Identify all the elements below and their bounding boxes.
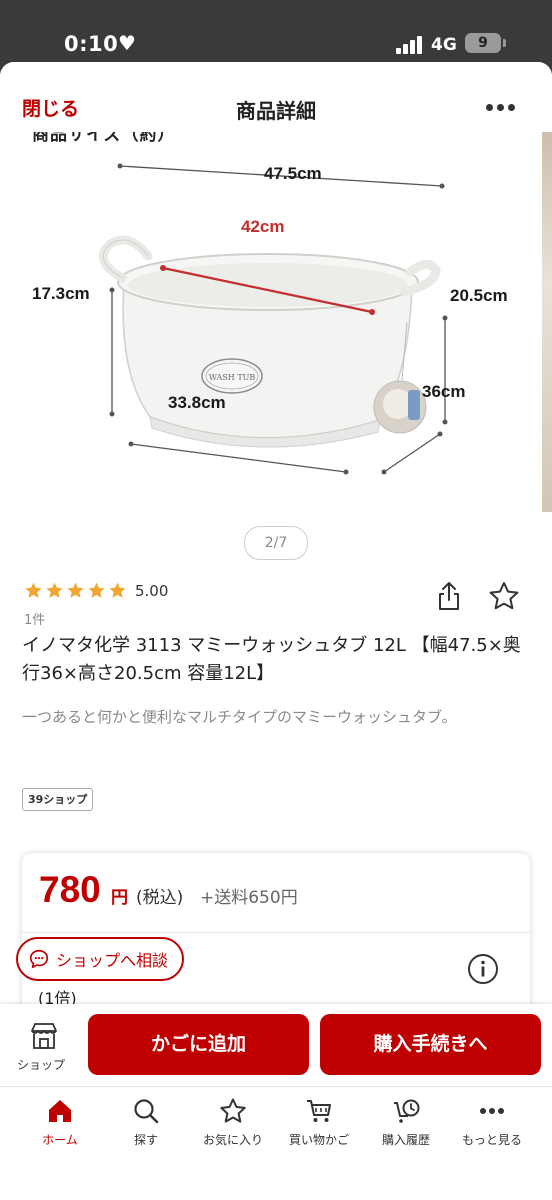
checkout-button[interactable]: 購入手続きへ xyxy=(320,1014,541,1075)
review-count[interactable]: 1件 xyxy=(24,609,45,628)
header: 閉じる 商品詳細 xyxy=(0,62,552,132)
next-image-peek[interactable] xyxy=(542,132,552,512)
image-pager: 2/7 xyxy=(244,526,308,560)
shipping-fee: +送料650円 xyxy=(200,888,298,908)
dim-width-top: 47.5cm xyxy=(264,164,322,183)
battery-icon: 9 xyxy=(465,33,501,53)
tab-favorites[interactable]: お気に入り xyxy=(187,1097,279,1148)
rating-value: 5.00 xyxy=(135,581,169,600)
more-icon xyxy=(480,1108,504,1114)
price-tax-note: (税込) xyxy=(136,888,184,908)
svg-text:WASH TUB: WASH TUB xyxy=(209,373,256,382)
rating[interactable]: 5.00 xyxy=(24,581,168,600)
chat-bubble-icon xyxy=(29,949,49,969)
info-icon[interactable] xyxy=(467,953,499,985)
shop-icon[interactable] xyxy=(28,1021,60,1051)
purchase-action-bar: ショップ かごに追加 購入手続きへ xyxy=(0,1004,552,1086)
tab-more-label: もっと見る xyxy=(461,1133,522,1147)
tab-favorites-label: お気に入り xyxy=(202,1133,263,1147)
search-icon xyxy=(134,1099,159,1124)
product-detail-sheet: 閉じる 商品詳細 商品サイズ（約） WASH TUB 47.5cm 42cm 1… xyxy=(0,62,552,1200)
price-amount: 780 xyxy=(39,869,101,910)
status-time: 0:10 xyxy=(64,32,119,56)
star-icon xyxy=(67,582,84,598)
signal-icon xyxy=(396,36,426,54)
tab-cart[interactable]: 買い物かご xyxy=(273,1097,365,1148)
dim-depth: 36cm xyxy=(422,382,466,401)
tab-home-label: ホーム xyxy=(42,1133,78,1147)
dim-height-right: 20.5cm xyxy=(450,286,508,305)
more-options-icon[interactable] xyxy=(483,95,519,119)
battery-tip xyxy=(503,39,506,47)
tab-more[interactable]: もっと見る xyxy=(446,1097,538,1148)
product-image-carousel[interactable]: 商品サイズ（約） WASH TUB 47.5cm 42cm 17.3cm 20.… xyxy=(0,132,552,512)
dim-height-left: 17.3cm xyxy=(32,284,90,303)
shop-consult-button[interactable]: ショップへ相談 xyxy=(16,937,185,981)
price-yen: 円 xyxy=(111,888,128,908)
dim-bottom-width: 33.8cm xyxy=(168,393,226,412)
star-icon xyxy=(88,582,105,598)
shop-consult-label: ショップへ相談 xyxy=(56,951,169,970)
home-icon xyxy=(49,1100,71,1122)
cart-icon xyxy=(307,1100,331,1122)
shop-badge: 39ショップ xyxy=(22,788,94,811)
add-to-cart-button[interactable]: かごに追加 xyxy=(88,1014,309,1075)
tab-search-label: 探す xyxy=(133,1133,158,1147)
star-icon xyxy=(109,582,126,598)
status-bar: 0:10 ♥ 4G 9 xyxy=(0,0,552,62)
page-title: 商品詳細 xyxy=(236,99,316,123)
divider xyxy=(22,932,530,933)
tab-search[interactable]: 探す xyxy=(100,1097,192,1148)
heart-icon: ♥ xyxy=(118,31,136,55)
star-icon xyxy=(46,582,63,598)
network-label: 4G xyxy=(431,35,457,55)
product-description: 一つあると何かと便利なマルチタイプのマミーウォッシュタブ。 xyxy=(22,708,457,726)
favorite-star-icon[interactable] xyxy=(488,580,520,612)
product-title: イノマタ化学 3113 マミーウォッシュタブ 12L 【幅47.5×奥行36×高… xyxy=(22,635,521,684)
product-image: WASH TUB xyxy=(98,163,448,475)
star-icon xyxy=(25,582,42,598)
bottom-tab-bar: ホーム 探す お気に入り 買い物かご 購入履歴 もっと見る xyxy=(0,1086,552,1200)
tab-home[interactable]: ホーム xyxy=(14,1097,106,1148)
shop-label[interactable]: ショップ xyxy=(17,1056,65,1073)
share-icon[interactable] xyxy=(435,580,463,612)
tab-history[interactable]: 購入履歴 xyxy=(360,1097,452,1148)
tab-cart-label: 買い物かご xyxy=(288,1133,349,1147)
history-icon xyxy=(394,1099,420,1123)
star-icon xyxy=(220,1098,246,1123)
dim-inner-width: 42cm xyxy=(241,217,285,236)
tab-history-label: 購入履歴 xyxy=(381,1133,430,1147)
